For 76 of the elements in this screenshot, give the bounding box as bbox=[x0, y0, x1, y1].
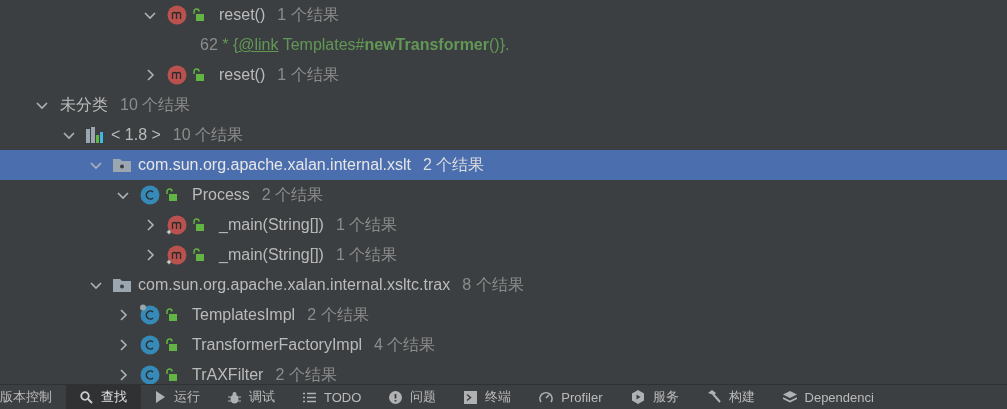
folder-icon bbox=[112, 157, 132, 173]
tool-window-tab[interactable]: TODO bbox=[289, 385, 376, 409]
layers-icon bbox=[782, 390, 797, 404]
chevron-down-icon[interactable] bbox=[117, 189, 129, 201]
node-label[interactable]: 未分类 bbox=[60, 94, 108, 116]
method-icon bbox=[166, 214, 188, 236]
search-icon bbox=[80, 390, 93, 404]
result-count: 1 个结果 bbox=[277, 4, 339, 25]
chevron-down-icon[interactable] bbox=[63, 129, 75, 141]
node-label[interactable]: com.sun.org.apache.xalan.internal.xslt bbox=[138, 156, 412, 174]
lock-icon bbox=[192, 8, 205, 22]
lock-icon bbox=[165, 308, 178, 322]
chevron-down-icon[interactable] bbox=[36, 99, 48, 111]
node-label[interactable]: TrAXFilter bbox=[192, 366, 264, 384]
method-icon bbox=[166, 244, 188, 266]
tool-window-tab[interactable]: 问题 bbox=[375, 385, 451, 409]
tool-window-tab[interactable]: Dependenci bbox=[768, 385, 888, 409]
play-icon bbox=[155, 391, 166, 403]
result-count: 10 个结果 bbox=[172, 124, 244, 145]
result-count: 1 个结果 bbox=[277, 64, 339, 85]
hammer-icon bbox=[706, 390, 721, 404]
result-count: 1 个结果 bbox=[335, 244, 398, 265]
tool-window-tab[interactable]: Profiler bbox=[525, 385, 617, 409]
class-icon bbox=[139, 304, 161, 326]
result-count: 2 个结果 bbox=[275, 364, 337, 384]
lock-icon bbox=[165, 338, 178, 352]
tool-window-tab[interactable]: 运行 bbox=[141, 385, 214, 409]
lock-icon bbox=[165, 188, 178, 202]
node-label[interactable]: reset() bbox=[219, 66, 266, 84]
chevron-right-icon[interactable] bbox=[144, 219, 156, 231]
result-count: 10 个结果 bbox=[120, 94, 191, 115]
result-count: 8 个结果 bbox=[462, 274, 524, 295]
lock-icon bbox=[192, 218, 205, 232]
chevron-right-icon[interactable] bbox=[117, 309, 129, 321]
result-count: 2 个结果 bbox=[261, 184, 324, 205]
lock-icon bbox=[192, 68, 205, 82]
result-count: 1 个结果 bbox=[335, 214, 398, 235]
folder-icon bbox=[112, 277, 132, 293]
chevron-down-icon[interactable] bbox=[90, 279, 102, 291]
tool-window-tab[interactable]: 版本控制 bbox=[0, 385, 66, 409]
usage-line[interactable]: 62 * {@link Templates#newTransformer()}. bbox=[200, 36, 510, 54]
lock-icon bbox=[165, 368, 178, 382]
class-icon bbox=[139, 184, 161, 206]
node-label[interactable]: reset() bbox=[219, 6, 266, 24]
tool-window-tab[interactable]: 服务 bbox=[616, 385, 693, 409]
tool-window-tab[interactable]: 构建 bbox=[692, 385, 769, 409]
node-label[interactable]: com.sun.org.apache.xalan.internal.xsltc.trax bbox=[138, 276, 451, 294]
library-icon bbox=[85, 126, 105, 144]
warning-icon bbox=[389, 390, 403, 404]
terminal-icon bbox=[464, 390, 478, 404]
node-label[interactable]: _main(String[]) bbox=[219, 216, 324, 234]
tool-window-tab[interactable]: 终端 bbox=[450, 385, 526, 409]
list-icon bbox=[303, 391, 316, 403]
class-icon bbox=[139, 334, 161, 356]
method-icon bbox=[166, 64, 188, 86]
lock-icon bbox=[192, 248, 205, 262]
chevron-right-icon[interactable] bbox=[144, 69, 156, 81]
services-icon bbox=[630, 390, 645, 404]
node-label[interactable]: TemplatesImpl bbox=[192, 306, 296, 324]
chevron-right-icon[interactable] bbox=[117, 339, 129, 351]
bug-icon bbox=[228, 390, 241, 404]
tool-window-tab[interactable]: 调试 bbox=[214, 385, 289, 409]
doc-link[interactable]: @link bbox=[238, 36, 279, 53]
result-count: 2 个结果 bbox=[423, 154, 485, 175]
result-count: 4 个结果 bbox=[374, 334, 436, 355]
node-label[interactable]: TransformerFactoryImpl bbox=[192, 336, 363, 354]
node-label[interactable]: _main(String[]) bbox=[219, 246, 324, 264]
tool-window-tab[interactable]: 查找 bbox=[66, 385, 141, 409]
node-label[interactable]: Process bbox=[192, 186, 250, 204]
chevron-right-icon[interactable] bbox=[117, 369, 129, 381]
gauge-icon bbox=[539, 390, 554, 404]
node-label[interactable]: < 1.8 > bbox=[111, 126, 161, 144]
chevron-down-icon[interactable] bbox=[144, 9, 156, 21]
chevron-right-icon[interactable] bbox=[144, 249, 156, 261]
method-icon bbox=[166, 4, 188, 26]
result-count: 2 个结果 bbox=[307, 304, 369, 325]
